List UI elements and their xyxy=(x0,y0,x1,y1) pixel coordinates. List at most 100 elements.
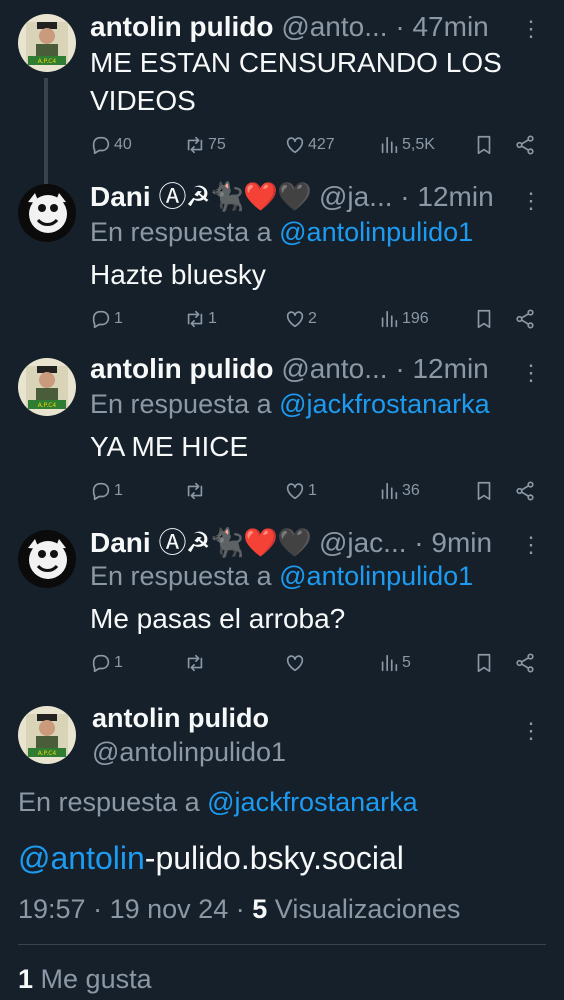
views-label: Visualizaciones xyxy=(274,894,461,924)
share-icon xyxy=(516,309,534,329)
reply-button[interactable]: 1 xyxy=(90,476,123,506)
reply-mention[interactable]: @antolinpulido1 xyxy=(279,217,473,247)
reply-mention[interactable]: @antolinpulido1 xyxy=(279,561,473,591)
tweet-actions: 1 1 2 196 xyxy=(90,304,546,334)
share-button[interactable] xyxy=(514,130,536,160)
likes-summary[interactable]: 1 Me gusta xyxy=(18,962,152,996)
tweet-time[interactable]: 12min xyxy=(412,353,488,384)
author-name[interactable]: Dani xyxy=(90,527,151,558)
tweet-text: @antolin-pulido.bsky.social xyxy=(18,838,404,878)
views-count: 5,5K xyxy=(402,136,435,153)
tweet-meta: 19:57 · 19 nov 24 · 5 Visualizaciones xyxy=(18,892,460,926)
tweet[interactable]: A.P.C4 antolin pulido @anto... · 12min ⋮… xyxy=(0,344,564,516)
more-icon[interactable]: ⋮ xyxy=(520,18,542,40)
views-icon xyxy=(381,136,398,154)
reply-button[interactable]: 1 xyxy=(90,304,123,334)
bookmark-icon xyxy=(477,653,491,673)
share-icon xyxy=(516,135,534,155)
author-emoji: Ⓐ☭🐈‍⬛❤️🖤 xyxy=(158,180,312,213)
views-button[interactable]: 5 xyxy=(378,648,411,678)
tweet-time[interactable]: 47min xyxy=(412,11,488,42)
views-button[interactable]: 36 xyxy=(378,476,420,506)
reply-count: 1 xyxy=(114,654,123,671)
views-button[interactable]: 5,5K xyxy=(378,130,435,160)
svg-text:A.P.C4: A.P.C4 xyxy=(38,58,57,65)
bookmark-button[interactable] xyxy=(473,648,495,678)
author-name[interactable]: antolin pulido xyxy=(90,11,274,42)
views-count: 36 xyxy=(402,482,420,499)
author-handle[interactable]: @anto... xyxy=(281,353,387,384)
avatar-dani[interactable] xyxy=(18,530,76,588)
avatar-antolin[interactable]: A.P.C4 xyxy=(18,706,76,764)
likes-label: Me gusta xyxy=(40,964,152,994)
bookmark-icon xyxy=(477,309,491,329)
retweet-button[interactable]: 75 xyxy=(184,130,226,160)
author-handle[interactable]: @ja... xyxy=(319,181,393,212)
reply-button[interactable]: 40 xyxy=(90,130,132,160)
like-button[interactable]: 1 xyxy=(284,476,317,506)
bookmark-icon xyxy=(477,135,491,155)
tweet-date[interactable]: 19 nov 24 xyxy=(110,894,229,924)
more-icon[interactable]: ⋮ xyxy=(520,720,542,742)
reply-count: 1 xyxy=(114,310,123,327)
avatar-dani[interactable] xyxy=(18,184,76,242)
retweet-button[interactable] xyxy=(184,476,208,506)
bookmark-button[interactable] xyxy=(473,476,495,506)
separator-dot: · xyxy=(395,11,405,42)
author-handle[interactable]: @jac... xyxy=(319,527,407,558)
tweet-time[interactable]: 9min xyxy=(431,527,492,558)
retweet-button[interactable]: 1 xyxy=(184,304,217,334)
tweet[interactable]: Dani Ⓐ☭🐈‍⬛❤️🖤 @jac... · 9min ⋮ En respue… xyxy=(0,516,564,688)
retweet-icon xyxy=(187,654,203,672)
bookmark-button[interactable] xyxy=(473,304,495,334)
more-icon[interactable]: ⋮ xyxy=(520,190,542,212)
share-button[interactable] xyxy=(514,648,536,678)
tweet[interactable]: A.P.C4 antolin pulido @anto... · 47min ⋮… xyxy=(0,0,564,172)
author-name[interactable]: Dani xyxy=(90,181,151,212)
reply-mention[interactable]: @jackfrostanarka xyxy=(207,787,418,817)
avatar-antolin[interactable]: A.P.C4 xyxy=(18,14,76,72)
share-button[interactable] xyxy=(514,304,536,334)
like-icon xyxy=(286,311,304,328)
like-count: 2 xyxy=(308,310,317,327)
reply-mention[interactable]: @jackfrostanarka xyxy=(279,389,490,419)
views-count: 5 xyxy=(252,894,268,924)
more-icon[interactable]: ⋮ xyxy=(520,534,542,556)
reply-prefix: En respuesta a xyxy=(90,561,272,591)
retweet-icon xyxy=(187,310,203,328)
avatar-antolin[interactable]: A.P.C4 xyxy=(18,358,76,416)
like-count: 427 xyxy=(308,136,335,153)
author-name[interactable]: antolin pulido xyxy=(92,702,269,734)
author-handle[interactable]: @anto... xyxy=(281,11,387,42)
author-handle[interactable]: @antolinpulido1 xyxy=(92,736,286,768)
share-icon xyxy=(516,481,534,501)
separator-dot: · xyxy=(93,894,103,924)
retweet-button[interactable] xyxy=(184,648,208,678)
share-button[interactable] xyxy=(514,476,536,506)
retweet-icon xyxy=(187,482,203,500)
tweet-time[interactable]: 12min xyxy=(417,181,493,212)
tweet-time[interactable]: 19:57 xyxy=(18,894,86,924)
author-name[interactable]: antolin pulido xyxy=(90,353,274,384)
like-button[interactable] xyxy=(284,648,308,678)
tweet[interactable]: Dani Ⓐ☭🐈‍⬛❤️🖤 @ja... · 12min ⋮ En respue… xyxy=(0,172,564,344)
svg-text:A.P.C4: A.P.C4 xyxy=(38,750,57,757)
retweet-count: 1 xyxy=(208,310,217,327)
reply-context: En respuesta a @antolinpulido1 xyxy=(90,560,473,592)
reply-button[interactable]: 1 xyxy=(90,648,123,678)
separator-dot: · xyxy=(400,181,410,212)
like-button[interactable]: 427 xyxy=(284,130,335,160)
tweet-actions: 1 1 36 xyxy=(90,476,546,506)
bookmark-button[interactable] xyxy=(473,130,495,160)
like-icon xyxy=(286,655,304,672)
reply-context: En respuesta a @jackfrostanarka xyxy=(18,786,418,818)
retweet-icon xyxy=(187,136,203,154)
more-icon[interactable]: ⋮ xyxy=(520,362,542,384)
like-count: 1 xyxy=(308,482,317,499)
divider xyxy=(18,944,546,945)
separator-dot: · xyxy=(414,527,424,558)
views-button[interactable]: 196 xyxy=(378,304,429,334)
like-button[interactable]: 2 xyxy=(284,304,317,334)
reply-icon xyxy=(92,310,110,329)
text-mention[interactable]: @antolin xyxy=(18,840,145,876)
